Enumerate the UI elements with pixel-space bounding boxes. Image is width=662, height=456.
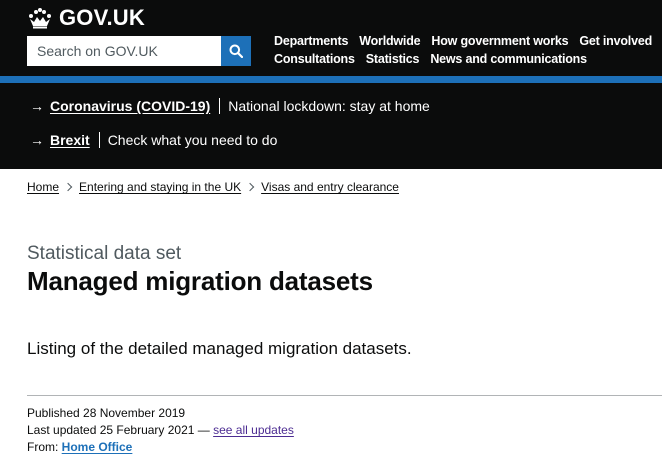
nav-link-statistics[interactable]: Statistics [366,52,420,66]
nav-link-news-and-communications[interactable]: News and communications [430,52,587,66]
nav-link-worldwide[interactable]: Worldwide [359,34,420,48]
breadcrumb-entering-and-staying[interactable]: Entering and staying in the UK [79,180,241,194]
notice-separator [98,132,100,148]
main-navigation: Departments Worldwide How government wor… [274,32,662,68]
logo-text: GOV.UK [59,5,145,30]
chevron-right-icon [63,182,73,192]
nav-row-2: Consultations Statistics News and commun… [274,50,662,68]
arrow-right-icon: → [30,98,44,114]
nav-link-get-involved[interactable]: Get involved [579,34,652,48]
nav-row-1: Departments Worldwide How government wor… [274,32,662,50]
page-lead: Listing of the detailed managed migratio… [27,339,412,358]
last-updated: Last updated 25 February 2021 — see all … [27,423,294,437]
brexit-link[interactable]: Brexit [50,132,90,148]
see-all-updates-link[interactable]: see all updates [213,423,294,437]
last-updated-text: Last updated 25 February 2021 — [27,423,214,437]
crown-icon [29,8,51,29]
nav-link-how-government-works[interactable]: How government works [431,34,568,48]
notice-banner: → Coronavirus (COVID-19) National lockdo… [0,83,662,169]
published-date: Published 28 November 2019 [27,406,186,420]
breadcrumb-visas-and-entry-clearance[interactable]: Visas and entry clearance [261,180,399,194]
search-button[interactable] [221,36,251,66]
breadcrumb-home[interactable]: Home [27,180,59,194]
from-label: From: [27,440,62,454]
search-form [27,36,251,66]
chevron-right-icon [245,182,255,192]
search-input[interactable] [27,36,221,66]
nav-link-consultations[interactable]: Consultations [274,52,355,66]
notice-coronavirus: → Coronavirus (COVID-19) National lockdo… [30,98,430,114]
from-organisation: From: Home Office [27,440,132,454]
site-header: GOV.UK Departments Worldwide How governm… [0,0,662,76]
notice-brexit: → Brexit Check what you need to do [30,132,277,148]
notice-text: Check what you need to do [107,132,278,148]
arrow-right-icon: → [30,132,44,148]
notice-separator [219,98,221,114]
metadata-divider [27,395,662,396]
coronavirus-link[interactable]: Coronavirus (COVID-19) [50,98,210,114]
home-office-link[interactable]: Home Office [62,440,133,454]
notice-text: National lockdown: stay at home [228,98,430,114]
page-title: Managed migration datasets [27,266,373,296]
breadcrumb: Home Entering and staying in the UK Visa… [27,180,399,194]
govuk-logo-link[interactable]: GOV.UK [27,6,145,30]
search-icon [229,44,243,58]
nav-link-departments[interactable]: Departments [274,34,348,48]
header-blue-bar [0,76,662,83]
page-caption: Statistical data set [27,243,182,264]
